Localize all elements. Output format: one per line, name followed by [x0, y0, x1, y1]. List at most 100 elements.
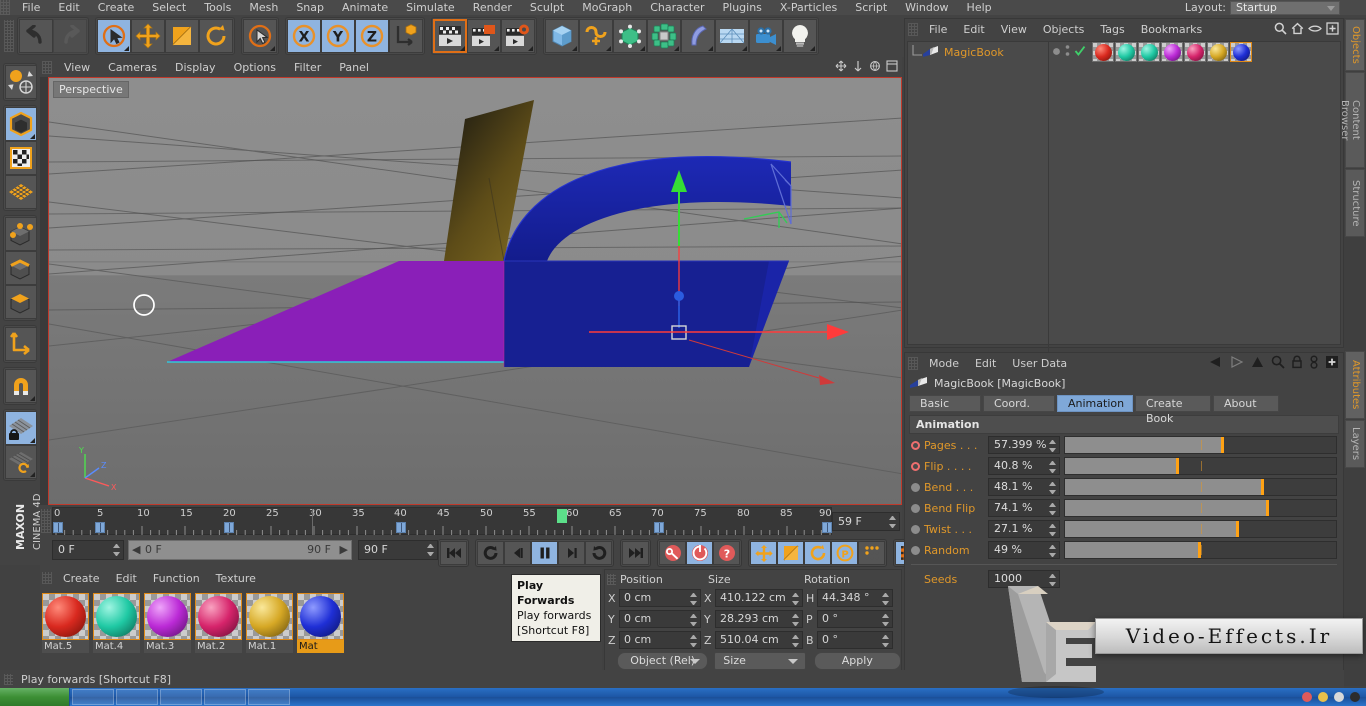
- apply-button[interactable]: Apply: [813, 652, 901, 670]
- cursor-select-icon[interactable]: [243, 19, 277, 53]
- position-z-stepper[interactable]: [690, 635, 697, 647]
- search-icon[interactable]: [1274, 22, 1287, 38]
- timeline-keyframe-marker[interactable]: [654, 522, 664, 533]
- viewport-menu-panel[interactable]: Panel: [330, 61, 378, 74]
- rotation-b-stepper[interactable]: [882, 635, 889, 647]
- object-menu-file[interactable]: File: [921, 23, 955, 36]
- pan-viewport-icon[interactable]: [835, 60, 847, 75]
- size-y-input[interactable]: 28.293 cm: [715, 610, 803, 628]
- frame-indicator-input[interactable]: 59 F: [832, 512, 900, 531]
- side-tab-structure[interactable]: Structure: [1345, 169, 1365, 237]
- end-frame-input[interactable]: 90 F: [358, 540, 438, 560]
- object-menu-bookmarks[interactable]: Bookmarks: [1133, 23, 1210, 36]
- move-icon[interactable]: [131, 19, 165, 53]
- material-tag-mat2[interactable]: [1184, 42, 1206, 62]
- object-menu-objects[interactable]: Objects: [1035, 23, 1093, 36]
- spline-icon[interactable]: [579, 19, 613, 53]
- tray-icon-white[interactable]: [1334, 692, 1344, 702]
- timeline-keyframe-marker[interactable]: [224, 522, 234, 533]
- material-menu-create[interactable]: Create: [55, 572, 108, 585]
- object-menu-tags[interactable]: Tags: [1092, 23, 1132, 36]
- object-menu-edit[interactable]: Edit: [955, 23, 992, 36]
- timeline-ruler[interactable]: 0 5 10 15 20 25 30 35 40 45 50 55 60 65 …: [52, 507, 832, 535]
- start-button[interactable]: [0, 688, 70, 706]
- layout-dropdown[interactable]: Startup: [1230, 0, 1340, 15]
- menu-item-animate[interactable]: Animate: [333, 0, 397, 15]
- cube-primitive-icon[interactable]: [545, 19, 579, 53]
- timeline-keyframe-marker[interactable]: [396, 522, 406, 533]
- rotation-p-stepper[interactable]: [882, 614, 889, 626]
- menu-item-render[interactable]: Render: [464, 0, 521, 15]
- tray-icon-dark[interactable]: [1350, 692, 1360, 702]
- rotation-key-button[interactable]: [804, 541, 831, 565]
- viewport-3d-canvas[interactable]: Perspective Y X Z: [48, 77, 902, 505]
- size-z-stepper[interactable]: [792, 635, 799, 647]
- param-stepper-twist[interactable]: [1049, 524, 1056, 536]
- material-item[interactable]: Mat.2: [195, 593, 242, 653]
- rotation-p-input[interactable]: 0 °: [817, 610, 893, 628]
- material-tag-mat4b[interactable]: [1138, 42, 1160, 62]
- link-icon[interactable]: [1309, 355, 1319, 372]
- eye-icon[interactable]: [1308, 22, 1322, 38]
- rotate-viewport-icon[interactable]: [869, 60, 881, 75]
- redo-icon[interactable]: [53, 19, 87, 53]
- timeline-grip-handle[interactable]: [41, 509, 51, 533]
- live-selection-icon[interactable]: [97, 19, 131, 53]
- size-x-stepper[interactable]: [792, 593, 799, 605]
- material-tag-mat3[interactable]: [1161, 42, 1183, 62]
- points-mode-icon[interactable]: [5, 217, 37, 251]
- param-slider-flip[interactable]: [1064, 457, 1337, 475]
- position-z-input[interactable]: 0 cm: [619, 631, 701, 649]
- param-slider-bend[interactable]: [1064, 478, 1337, 496]
- add-panel-icon[interactable]: [1325, 355, 1339, 372]
- param-stepper-bend[interactable]: [1049, 482, 1056, 494]
- keyframe-indicator-icon[interactable]: [911, 461, 920, 471]
- attribute-menu-user-data[interactable]: User Data: [1004, 357, 1075, 370]
- menu-item-create[interactable]: Create: [89, 0, 144, 15]
- rotation-b-input[interactable]: 0 °: [817, 631, 893, 649]
- end-frame-stepper[interactable]: [427, 544, 434, 556]
- point-level-key-button[interactable]: [858, 541, 885, 565]
- menu-item-select[interactable]: Select: [143, 0, 195, 15]
- param-stepper-bend-flip[interactable]: [1049, 503, 1056, 515]
- param-key-button[interactable]: P: [831, 541, 858, 565]
- menu-item-tools[interactable]: Tools: [195, 0, 240, 15]
- material-item[interactable]: Mat.1: [246, 593, 293, 653]
- rotate-icon[interactable]: [199, 19, 233, 53]
- param-slider-random[interactable]: [1064, 541, 1337, 559]
- keyframe-indicator-icon[interactable]: [911, 524, 920, 534]
- floor-icon[interactable]: [715, 19, 749, 53]
- light-icon[interactable]: [783, 19, 817, 53]
- position-y-input[interactable]: 0 cm: [619, 610, 701, 628]
- material-tag-mat[interactable]: [1230, 42, 1252, 62]
- material-item[interactable]: Mat.3: [144, 593, 191, 653]
- material-tag-mat5[interactable]: [1092, 42, 1114, 62]
- render-globe-icon[interactable]: [5, 65, 37, 99]
- viewport-menu-view[interactable]: View: [55, 61, 99, 74]
- viewport-menu-options[interactable]: Options: [225, 61, 285, 74]
- object-menu-view[interactable]: View: [993, 23, 1035, 36]
- object-tree-row[interactable]: MagicBook: [908, 42, 1340, 62]
- menu-item-sculpt[interactable]: Sculpt: [521, 0, 573, 15]
- nurbs-icon[interactable]: [613, 19, 647, 53]
- param-stepper-flip[interactable]: [1049, 461, 1056, 473]
- tab-coord[interactable]: Coord.: [983, 395, 1055, 412]
- position-x-stepper[interactable]: [690, 593, 697, 605]
- keyframe-indicator-icon[interactable]: [911, 440, 920, 450]
- menu-item-mesh[interactable]: Mesh: [240, 0, 287, 15]
- world-coordinates-icon[interactable]: [389, 19, 423, 53]
- rotation-h-input[interactable]: 44.348 °: [817, 589, 893, 607]
- param-slider-twist[interactable]: [1064, 520, 1337, 538]
- scale-icon[interactable]: [165, 19, 199, 53]
- go-to-end-button[interactable]: [622, 541, 649, 565]
- viewport-menu-cameras[interactable]: Cameras: [99, 61, 166, 74]
- size-y-stepper[interactable]: [792, 614, 799, 626]
- param-input-bend[interactable]: 48.1 %: [988, 478, 1060, 496]
- side-tab-objects[interactable]: Objects: [1345, 19, 1365, 71]
- frame-indicator-stepper[interactable]: [889, 516, 896, 528]
- search-icon[interactable]: [1271, 355, 1285, 372]
- menu-item-help[interactable]: Help: [958, 0, 1001, 15]
- taskbar-item[interactable]: [116, 689, 158, 705]
- param-slider-bend-flip[interactable]: [1064, 499, 1337, 517]
- tray-icon-red[interactable]: [1302, 692, 1312, 702]
